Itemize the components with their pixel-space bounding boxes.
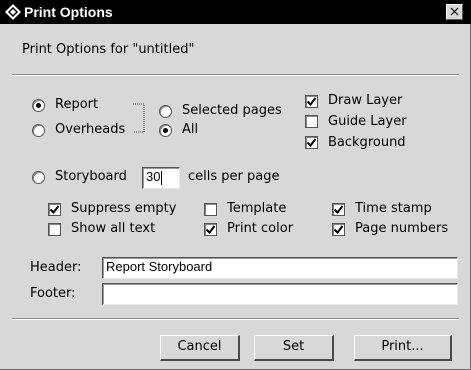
overheads-label[interactable]: Overheads — [55, 122, 125, 138]
separator-bottom — [12, 318, 459, 320]
checkmark-icon — [306, 97, 317, 107]
checkmark-icon — [333, 225, 344, 235]
cells-per-page-value: 30 — [146, 169, 161, 184]
template-label[interactable]: Template — [227, 201, 286, 217]
draw-layer-checkbox[interactable] — [305, 95, 318, 108]
background-checkbox[interactable] — [305, 136, 318, 149]
background-label[interactable]: Background — [328, 135, 406, 151]
storyboard-radio[interactable] — [32, 171, 45, 184]
report-label[interactable]: Report — [55, 97, 98, 113]
page-numbers-checkbox[interactable] — [332, 223, 345, 236]
close-icon — [450, 7, 459, 16]
template-checkbox[interactable] — [204, 203, 217, 216]
title-bar[interactable]: Print Options — [0, 0, 471, 24]
separator-top — [12, 74, 459, 76]
print-color-label[interactable]: Print color — [227, 221, 293, 237]
app-diamond-icon — [5, 4, 21, 20]
time-stamp-checkbox[interactable] — [332, 203, 345, 216]
checkmark-icon — [49, 205, 60, 215]
bracket-connector — [133, 103, 145, 133]
print-color-checkbox[interactable] — [204, 223, 217, 236]
guide-layer-checkbox[interactable] — [305, 115, 318, 128]
all-pages-label[interactable]: All — [182, 122, 198, 138]
show-all-text-label[interactable]: Show all text — [71, 221, 155, 237]
time-stamp-label[interactable]: Time stamp — [355, 201, 432, 217]
guide-layer-label[interactable]: Guide Layer — [328, 114, 407, 130]
selected-pages-radio[interactable] — [159, 105, 172, 118]
suppress-empty-checkbox[interactable] — [48, 203, 61, 216]
storyboard-label[interactable]: Storyboard — [55, 169, 127, 185]
page-numbers-label[interactable]: Page numbers — [355, 221, 448, 237]
report-radio[interactable] — [32, 99, 45, 112]
show-all-text-checkbox[interactable] — [48, 223, 61, 236]
print-button[interactable]: Print... — [354, 335, 452, 361]
cancel-button[interactable]: Cancel — [160, 335, 240, 361]
selected-pages-label[interactable]: Selected pages — [182, 103, 282, 119]
footer-input[interactable] — [102, 283, 458, 305]
window-title: Print Options — [24, 4, 113, 20]
suppress-empty-label[interactable]: Suppress empty — [71, 201, 176, 217]
overheads-radio[interactable] — [32, 124, 45, 137]
cells-per-page-input[interactable]: 30 — [142, 167, 180, 189]
footer-label: Footer: — [30, 286, 76, 301]
all-pages-radio[interactable] — [159, 124, 172, 137]
draw-layer-label[interactable]: Draw Layer — [328, 93, 402, 109]
cells-per-page-label: cells per page — [188, 169, 280, 184]
checkmark-icon — [205, 225, 216, 235]
header-label: Header: — [30, 260, 82, 275]
header-input[interactable]: Report Storyboard — [102, 257, 458, 279]
checkmark-icon — [333, 205, 344, 215]
close-button[interactable] — [446, 4, 463, 20]
set-button[interactable]: Set — [254, 335, 334, 361]
checkmark-icon — [306, 138, 317, 148]
text-cursor — [161, 170, 163, 185]
dialog-subtitle: Print Options for "untitled" — [22, 42, 195, 57]
print-options-dialog: Print Options Print Options for "untitle… — [0, 0, 471, 370]
